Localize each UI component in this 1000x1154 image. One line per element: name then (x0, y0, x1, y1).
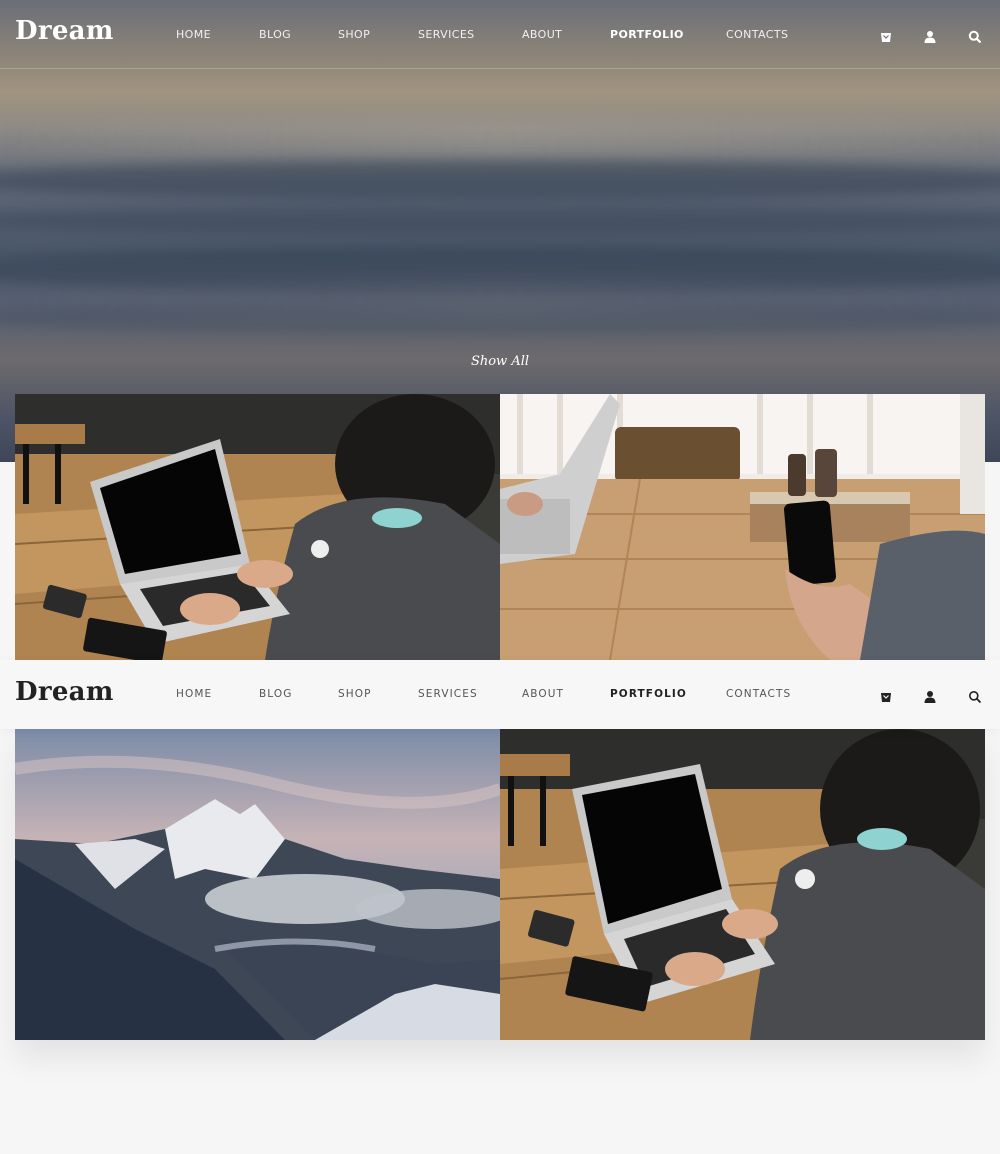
nav-home-sticky[interactable]: HOME (176, 688, 212, 700)
nav-home[interactable]: HOME (176, 28, 211, 41)
nav-contacts-sticky[interactable]: CONTACTS (726, 688, 791, 700)
nav-services-sticky[interactable]: SERVICES (418, 688, 478, 700)
main-nav-sticky: HOME BLOG SHOP SERVICES ABOUT PORTFOLIO … (0, 660, 1000, 729)
nav-services[interactable]: SERVICES (418, 28, 475, 41)
portfolio-item-3[interactable] (15, 729, 500, 1040)
search-icon[interactable] (965, 27, 985, 47)
hero-banner (0, 0, 1000, 462)
portfolio-image-phone (500, 394, 985, 660)
cart-icon[interactable] (876, 27, 896, 47)
nav-about[interactable]: ABOUT (522, 28, 562, 41)
search-icon[interactable] (965, 687, 985, 707)
portfolio-image-laptop-2 (500, 729, 985, 1040)
cart-icon[interactable] (876, 687, 896, 707)
nav-about-sticky[interactable]: ABOUT (522, 688, 564, 700)
nav-blog[interactable]: BLOG (259, 28, 291, 41)
user-icon[interactable] (920, 27, 940, 47)
nav-contacts[interactable]: CONTACTS (726, 28, 788, 41)
nav-shop[interactable]: SHOP (338, 28, 370, 41)
nav-shop-sticky[interactable]: SHOP (338, 688, 372, 700)
site-header: Dream HOME BLOG SHOP SERVICES ABOUT PORT… (0, 0, 1000, 69)
portfolio-image-laptop (15, 394, 500, 660)
filter-show-all[interactable]: Show All (0, 354, 1000, 369)
portfolio-item-2[interactable] (500, 394, 985, 660)
portfolio-image-mountain (15, 729, 500, 1040)
sticky-header: Dream HOME BLOG SHOP SERVICES ABOUT PORT… (0, 660, 1000, 729)
portfolio-item-4[interactable] (500, 729, 985, 1040)
main-nav: HOME BLOG SHOP SERVICES ABOUT PORTFOLIO … (0, 0, 1000, 69)
nav-portfolio[interactable]: PORTFOLIO (610, 28, 684, 41)
portfolio-item-1[interactable] (15, 394, 500, 660)
nav-portfolio-sticky[interactable]: PORTFOLIO (610, 688, 687, 700)
nav-blog-sticky[interactable]: BLOG (259, 688, 292, 700)
user-icon[interactable] (920, 687, 940, 707)
